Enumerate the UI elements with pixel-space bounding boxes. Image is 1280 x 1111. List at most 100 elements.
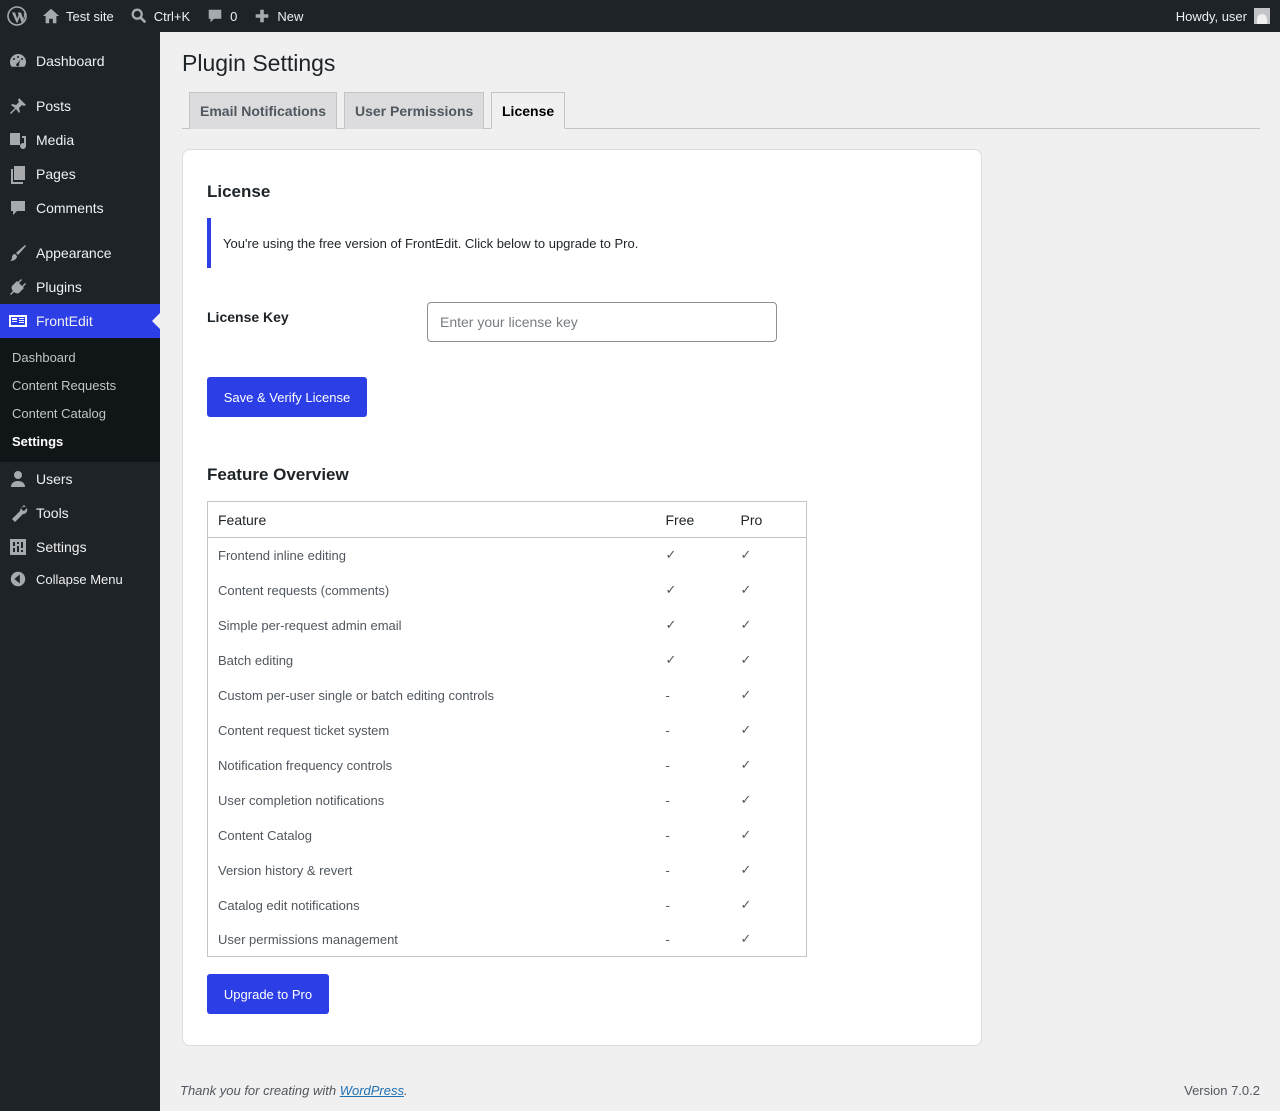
feature-name-cell: Batch editing [218,652,294,668]
comments-icon [0,198,36,218]
pro-cell: ✓ [740,792,752,807]
new-label: New [277,8,304,24]
license-key-input[interactable] [427,302,777,342]
footer-version: Version 7.0.2 [1184,1083,1260,1098]
table-row: Custom per-user single or batch editing … [208,678,807,713]
footer-thanks-suffix: . [404,1083,408,1098]
feature-name-cell: Content Catalog [218,827,312,843]
submenu-item-content-requests[interactable]: Content Requests [12,378,116,393]
column-header-feature: Feature [207,501,666,538]
feature-name-cell: User permissions management [218,931,398,947]
table-row: Frontend inline editing ✓ ✓ [208,538,807,573]
sidebar-item-media[interactable]: Media [0,123,160,157]
pro-cell: ✓ [740,722,752,737]
table-row: Catalog edit notifications - ✓ [208,888,807,923]
feature-name-cell: Custom per-user single or batch editing … [218,687,495,703]
save-verify-license-button[interactable]: Save & Verify License [207,377,367,417]
pro-cell: ✓ [740,897,752,912]
free-cell: - [665,792,670,808]
search-icon [130,7,148,25]
site-name-link[interactable]: Test site [34,0,122,32]
notice-text: You're using the free version of FrontEd… [223,235,639,251]
pro-cell: ✓ [740,547,752,563]
free-cell: - [665,827,670,843]
media-icon [0,130,36,150]
free-cell: - [665,897,670,913]
pages-icon [0,164,36,184]
free-cell: - [665,722,670,738]
sidebar-item-tools[interactable]: Tools [0,496,160,530]
sidebar-item-settings[interactable]: Settings [0,530,160,564]
license-heading: License [207,182,271,201]
sidebar-item-appearance[interactable]: Appearance [0,236,160,270]
table-row: User completion notifications - ✓ [208,783,807,818]
feature-overview-heading: Feature Overview [207,465,349,484]
sidebar-item-posts[interactable]: Posts [0,89,160,123]
my-account[interactable]: Howdy, user [1176,8,1280,24]
tab-email-notifications[interactable]: Email Notifications [189,92,338,129]
sidebar-item-frontedit[interactable]: FrontEdit [0,304,160,338]
tab-license[interactable]: License [491,92,566,129]
column-header-pro: Pro [740,501,807,538]
search-shortcut-label: Ctrl+K [153,8,191,24]
table-header-row: Feature Free Pro [207,501,807,538]
sidebar-item-dashboard[interactable]: Dashboard [0,44,160,78]
pro-cell: ✓ [740,827,752,842]
site-name: Test site [66,8,114,24]
pro-cell: ✓ [740,617,752,632]
feature-table: Feature Free Pro Frontend inline editing… [207,501,807,957]
sidebar-item-label: Settings [36,539,87,555]
collapse-menu-button[interactable]: Collapse Menu [0,562,160,596]
upgrade-to-pro-button[interactable]: Upgrade to Pro [207,974,329,1014]
new-content-link[interactable]: New [245,0,311,32]
sidebar-item-label: Pages [36,166,76,182]
sidebar-item-pages[interactable]: Pages [0,157,160,191]
home-icon [42,7,60,25]
sidebar-item-plugins[interactable]: Plugins [0,270,160,304]
tab-user-permissions[interactable]: User Permissions [344,92,485,129]
sidebar-item-label: Appearance [36,245,112,261]
search-shortcut[interactable]: Ctrl+K [122,0,198,32]
dashboard-icon [0,51,36,71]
frontedit-icon [0,311,36,331]
license-key-label: License Key [207,309,289,325]
comment-icon [206,7,224,25]
submenu-item-dashboard[interactable]: Dashboard [12,350,76,365]
wrench-icon [0,503,36,523]
free-cell: ✓ [665,582,677,597]
collapse-icon [0,570,36,588]
howdy-text: Howdy, user [1175,8,1247,24]
frontedit-submenu: Dashboard Content Requests Content Catal… [0,338,160,462]
sidebar-item-label: Comments [36,200,104,216]
submenu-item-settings[interactable]: Settings [12,434,63,449]
footer-thanks: Thank you for creating with WordPress. [180,1083,408,1098]
free-cell: - [665,862,670,878]
pro-cell: ✓ [740,862,752,877]
settings-icon [0,537,36,557]
sidebar-item-label: FrontEdit [36,313,93,329]
feature-name-cell: Simple per-request admin email [218,617,402,633]
sidebar-item-label: Media [36,132,75,148]
sidebar-item-label: Users [36,471,73,487]
free-cell: ✓ [665,547,677,563]
feature-name-cell: Frontend inline editing [218,547,346,563]
wordpress-link[interactable]: WordPress [340,1083,404,1098]
users-icon [0,469,36,489]
free-cell: - [665,931,670,947]
page-title: Plugin Settings [182,50,336,76]
sidebar-item-comments[interactable]: Comments [0,191,160,225]
free-cell: ✓ [665,652,677,667]
comments-link[interactable]: 0 [198,0,245,32]
feature-name-cell: Catalog edit notifications [218,897,360,913]
sidebar-item-users[interactable]: Users [0,462,160,496]
table-row: Content requests (comments) ✓ ✓ [208,573,807,608]
pro-cell: ✓ [740,582,752,597]
table-row: Notification frequency controls - ✓ [208,748,807,783]
submenu-item-content-catalog[interactable]: Content Catalog [12,406,106,421]
table-row: Version history & revert - ✓ [208,853,807,888]
pin-icon [0,96,36,116]
feature-name-cell: User completion notifications [218,792,385,808]
column-header-free: Free [665,501,741,538]
wordpress-logo-icon[interactable] [0,0,34,32]
license-card: License You're using the free version of… [182,149,982,1046]
